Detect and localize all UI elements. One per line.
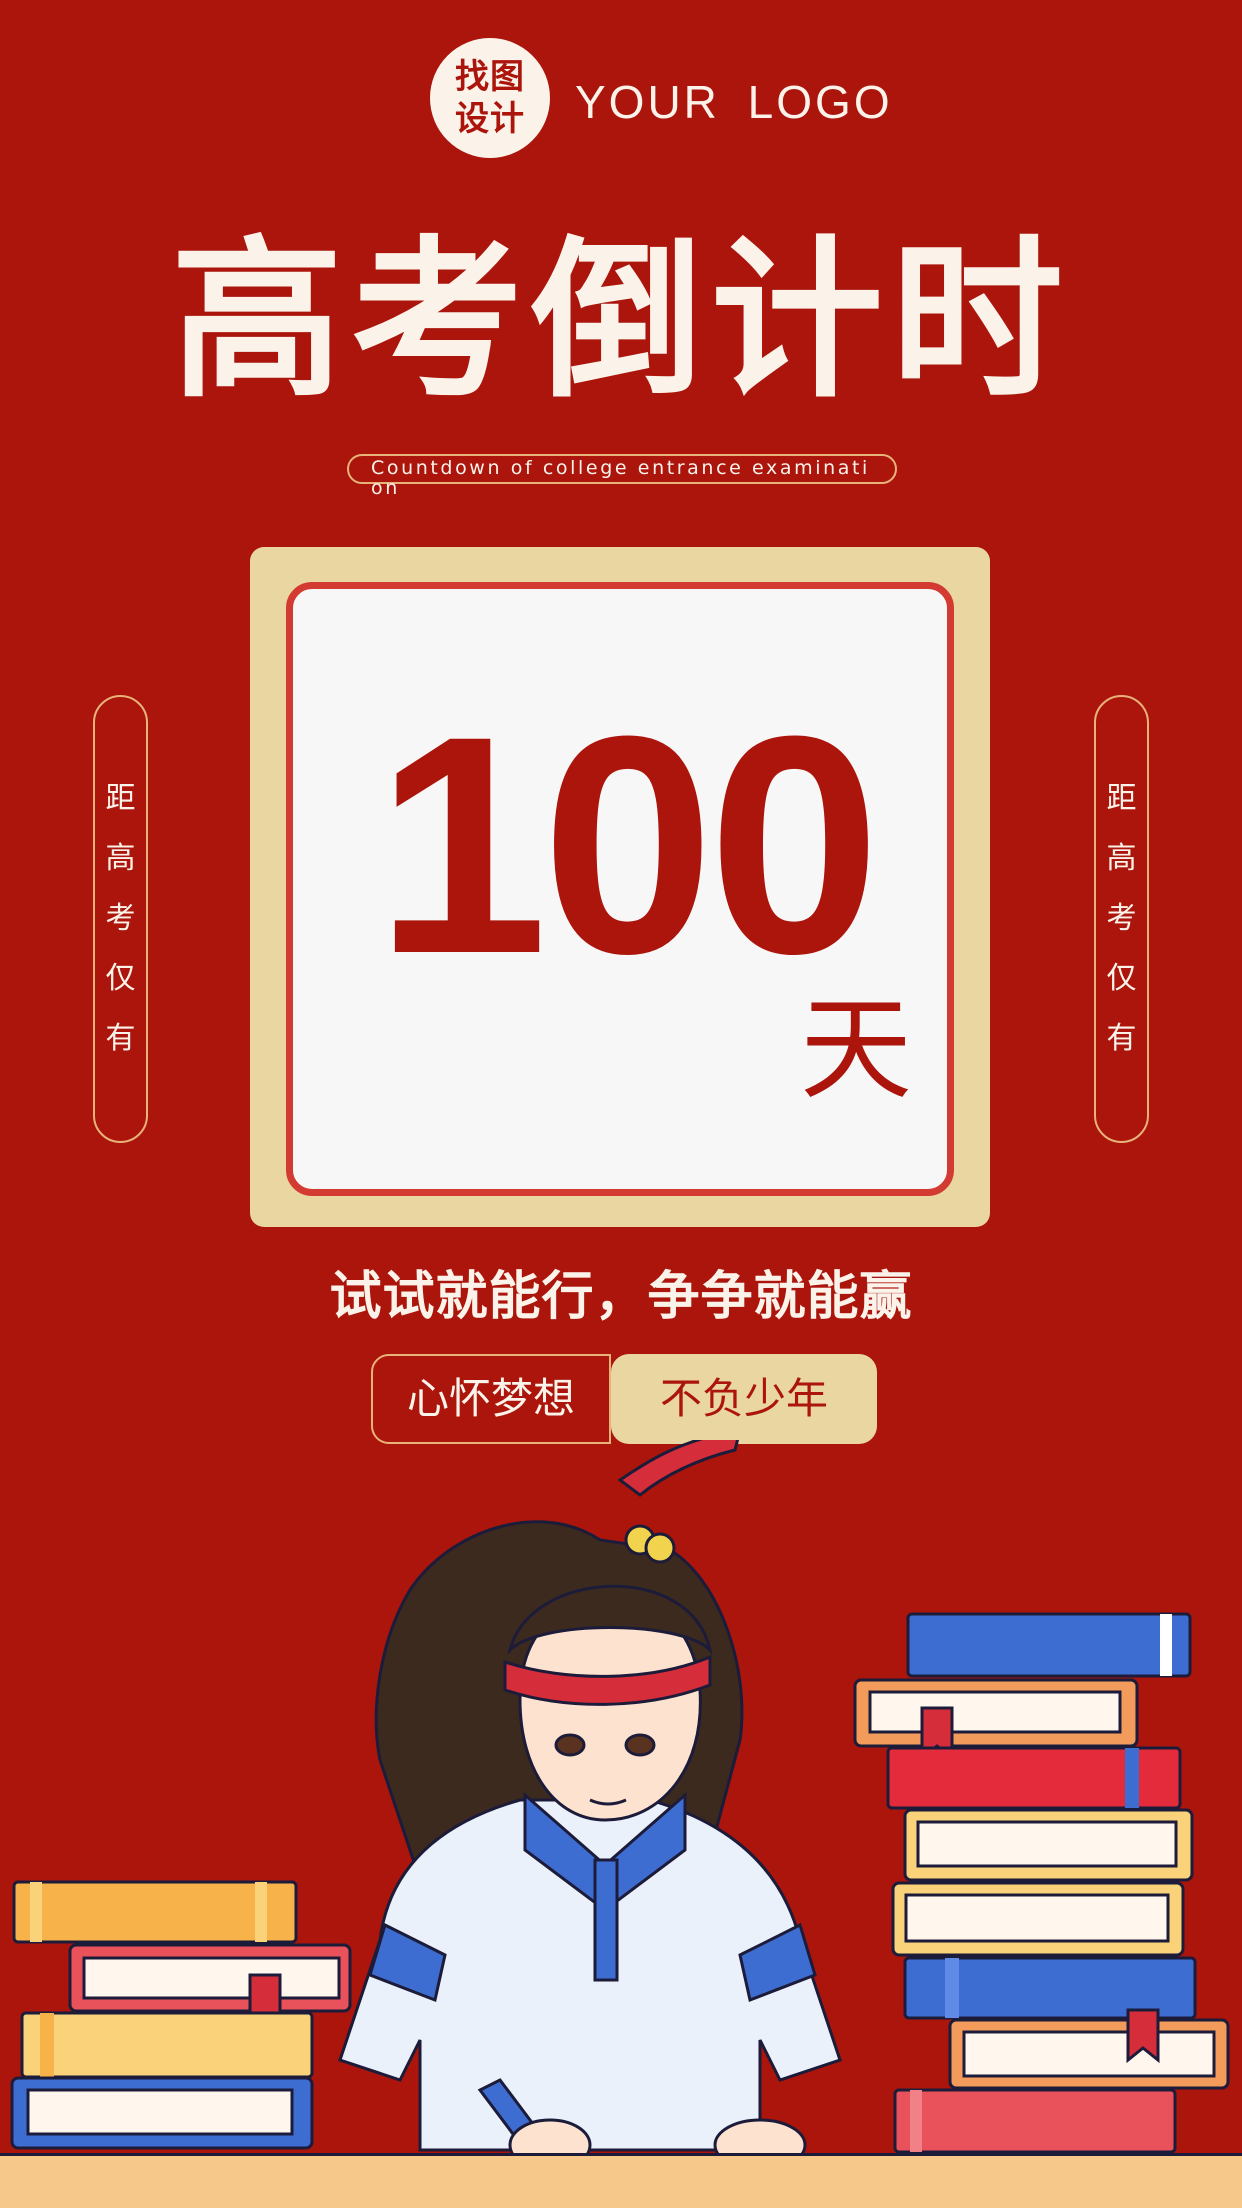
side-label-char: 仅 bbox=[105, 961, 136, 996]
subtitle-text: Countdown of college entrance examinatio… bbox=[371, 457, 870, 499]
side-label-char: 高 bbox=[1106, 841, 1137, 876]
side-label-left-text: 距高考仅有 bbox=[106, 769, 136, 1069]
left-book-stack bbox=[10, 1880, 352, 2150]
right-book-stack bbox=[853, 1612, 1230, 2154]
tag-dream: 心怀梦想 bbox=[371, 1354, 611, 1444]
subtitle-pill: Countdown of college entrance examinatio… bbox=[347, 454, 897, 498]
student-illustration bbox=[10, 1440, 1230, 2172]
side-label-char: 距 bbox=[105, 781, 136, 816]
side-label-char: 高 bbox=[105, 841, 136, 876]
logo-badge: 找图 设计 bbox=[430, 38, 550, 158]
side-label-char: 距 bbox=[1106, 781, 1137, 816]
poster: 找图 设计 YOUR LOGO 高考倒计时 Countdown of colle… bbox=[0, 0, 1242, 2208]
side-label-char: 有 bbox=[1106, 1021, 1137, 1056]
side-label-char: 有 bbox=[105, 1021, 136, 1056]
page-title: 高考倒计时 bbox=[171, 218, 1071, 421]
logo-text: YOUR LOGO bbox=[575, 76, 893, 128]
countdown-number: 100 bbox=[375, 671, 880, 1018]
logo-badge-line-2: 设计 bbox=[455, 99, 525, 139]
tag-group: 心怀梦想 不负少年 bbox=[371, 1354, 877, 1444]
side-label-left: 距高考仅有 bbox=[93, 695, 148, 1143]
slogan: 试试就能行，争争就能赢 bbox=[329, 1267, 913, 1327]
side-label-char: 考 bbox=[105, 901, 136, 936]
side-label-char: 考 bbox=[1106, 901, 1137, 936]
side-label-char: 仅 bbox=[1106, 961, 1137, 996]
logo-badge-line-1: 找图 bbox=[455, 57, 525, 97]
tag-youth: 不负少年 bbox=[611, 1354, 877, 1444]
side-label-right: 距高考仅有 bbox=[1094, 695, 1149, 1143]
countdown-unit: 天 bbox=[800, 985, 912, 1115]
student bbox=[338, 1440, 842, 2172]
side-label-right-text: 距高考仅有 bbox=[1107, 769, 1137, 1069]
desk bbox=[0, 2153, 1242, 2208]
